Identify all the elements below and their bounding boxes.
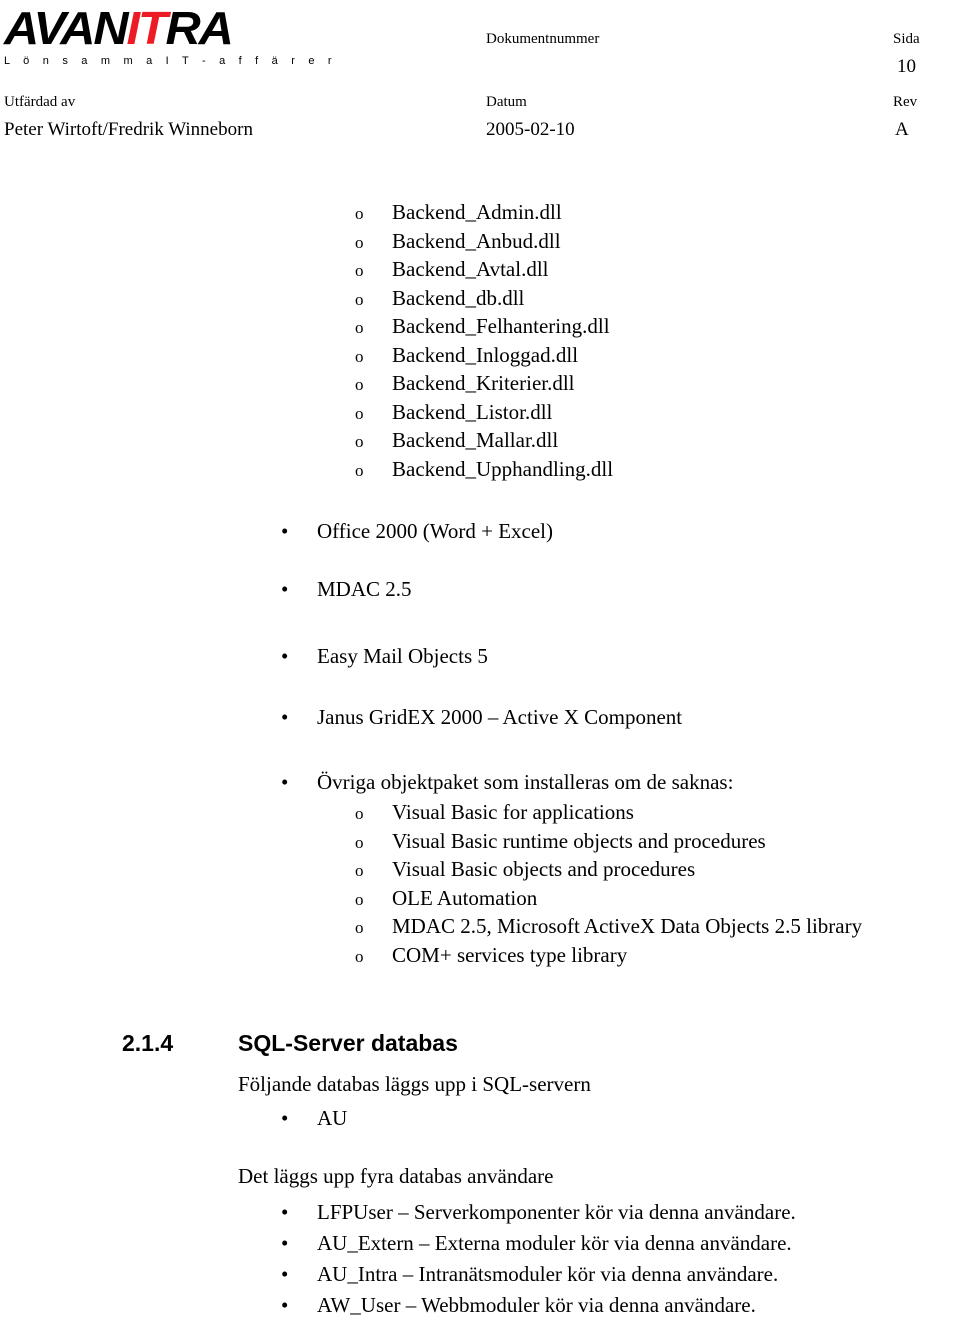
list-marker-bullet-icon: •: [281, 1293, 289, 1317]
list-marker-circle-icon: o: [355, 318, 364, 337]
list-marker-circle-icon: o: [355, 261, 364, 280]
list-item-label: Backend_Felhantering.dll: [392, 314, 610, 338]
sida-label: Sida: [893, 31, 920, 47]
company-logo: AVANITRA L ö n s a m m a I T - a f f ä r…: [4, 5, 337, 69]
list-item-label: MDAC 2.5, Microsoft ActiveX Data Objects…: [392, 914, 863, 938]
list-item-label: Visual Basic for applications: [392, 800, 634, 824]
rev-label: Rev: [893, 94, 918, 110]
list-marker-bullet-icon: •: [281, 1106, 289, 1130]
datum-label: Datum: [486, 94, 527, 110]
datum-value: 2005-02-10: [486, 119, 575, 140]
list-marker-bullet-icon: •: [281, 1231, 289, 1255]
section-title: SQL-Server databas: [238, 1030, 458, 1056]
list-marker-bullet-icon: •: [281, 705, 289, 729]
list-item-label: Backend_Mallar.dll: [392, 428, 559, 452]
list-marker-circle-icon: o: [355, 232, 364, 252]
list-item-label: Backend_db.dll: [392, 285, 525, 310]
list-item-label: AU: [317, 1106, 348, 1130]
list-marker-circle-icon: o: [355, 375, 364, 394]
list-item-label: Backend_Inloggad.dll: [392, 342, 579, 367]
list-marker-bullet-icon: •: [281, 1262, 289, 1286]
list-marker-bullet-icon: •: [281, 1200, 289, 1224]
list-item-label: Backend_Admin.dll: [392, 200, 562, 224]
list-item-label: AU_Extern – Externa moduler kör via denn…: [317, 1231, 792, 1255]
list-item-label: AW_User – Webbmoduler kör via denna anvä…: [317, 1293, 756, 1317]
list-marker-circle-icon: o: [355, 204, 364, 223]
list-item-label: Övriga objektpaket som installeras om de…: [317, 770, 734, 794]
list-marker-circle-icon: o: [355, 804, 364, 823]
list-marker-circle-icon: o: [355, 403, 364, 423]
list-item-label: COM+ services type library: [392, 942, 628, 967]
rev-value: A: [895, 119, 909, 140]
section-intro-text: Följande databas läggs upp i SQL-servern: [238, 1072, 591, 1096]
list-marker-circle-icon: o: [355, 889, 364, 909]
logo-wordmark-part2: RA: [165, 2, 234, 54]
list-item-label: LFPUser – Serverkomponenter kör via denn…: [317, 1200, 796, 1224]
logo-wordmark-accent: IT: [126, 2, 167, 54]
list-item-label: Office 2000 (Word + Excel): [317, 519, 554, 543]
list-item-label: Backend_Anbud.dll: [392, 228, 561, 253]
list-item-label: MDAC 2.5: [317, 577, 412, 601]
list-item-label: Visual Basic objects and procedures: [392, 857, 696, 881]
list-item-label: Janus GridEX 2000 – Active X Component: [317, 705, 683, 729]
list-marker-circle-icon: o: [355, 432, 364, 451]
logo-wordmark: AVANITRA: [4, 5, 290, 51]
list-marker-bullet-icon: •: [281, 519, 289, 543]
list-marker-circle-icon: o: [355, 460, 364, 480]
list-item-label: AU_Intra – Intranätsmoduler kör via denn…: [317, 1262, 779, 1286]
list-item-label: Backend_Listor.dll: [392, 399, 553, 424]
list-item-label: Backend_Avtal.dll: [392, 257, 549, 281]
list-marker-circle-icon: o: [355, 946, 364, 966]
list-item-label: Easy Mail Objects 5: [317, 644, 488, 668]
list-item-label: Backend_Kriterier.dll: [392, 371, 575, 395]
list-marker-circle-icon: o: [355, 289, 364, 309]
list-marker-circle-icon: o: [355, 861, 364, 880]
list-marker-circle-icon: o: [355, 832, 364, 852]
database-users-intro-text: Det läggs upp fyra databas användare: [238, 1164, 554, 1188]
list-marker-circle-icon: o: [355, 918, 364, 937]
list-marker-bullet-icon: •: [281, 577, 289, 601]
list-marker-bullet-icon: •: [281, 770, 289, 794]
utfardad-av-value: Peter Wirtoft/Fredrik Winneborn: [4, 119, 253, 140]
section-number: 2.1.4: [122, 1030, 174, 1056]
list-marker-circle-icon: o: [355, 346, 364, 366]
list-item-label: Backend_Upphandling.dll: [392, 456, 614, 481]
logo-tagline: L ö n s a m m a I T - a f f ä r e r: [4, 55, 337, 67]
list-marker-bullet-icon: •: [281, 644, 289, 668]
utfardad-av-label: Utfärdad av: [4, 94, 76, 110]
list-item-label: OLE Automation: [392, 885, 538, 910]
dokumentnummer-label: Dokumentnummer: [486, 31, 600, 47]
sida-value: 10: [897, 56, 916, 77]
list-item-label: Visual Basic runtime objects and procedu…: [392, 828, 766, 853]
document-header: AVANITRA L ö n s a m m a I T - a f f ä r…: [0, 0, 960, 155]
logo-wordmark-part1: AVAN: [4, 2, 129, 54]
